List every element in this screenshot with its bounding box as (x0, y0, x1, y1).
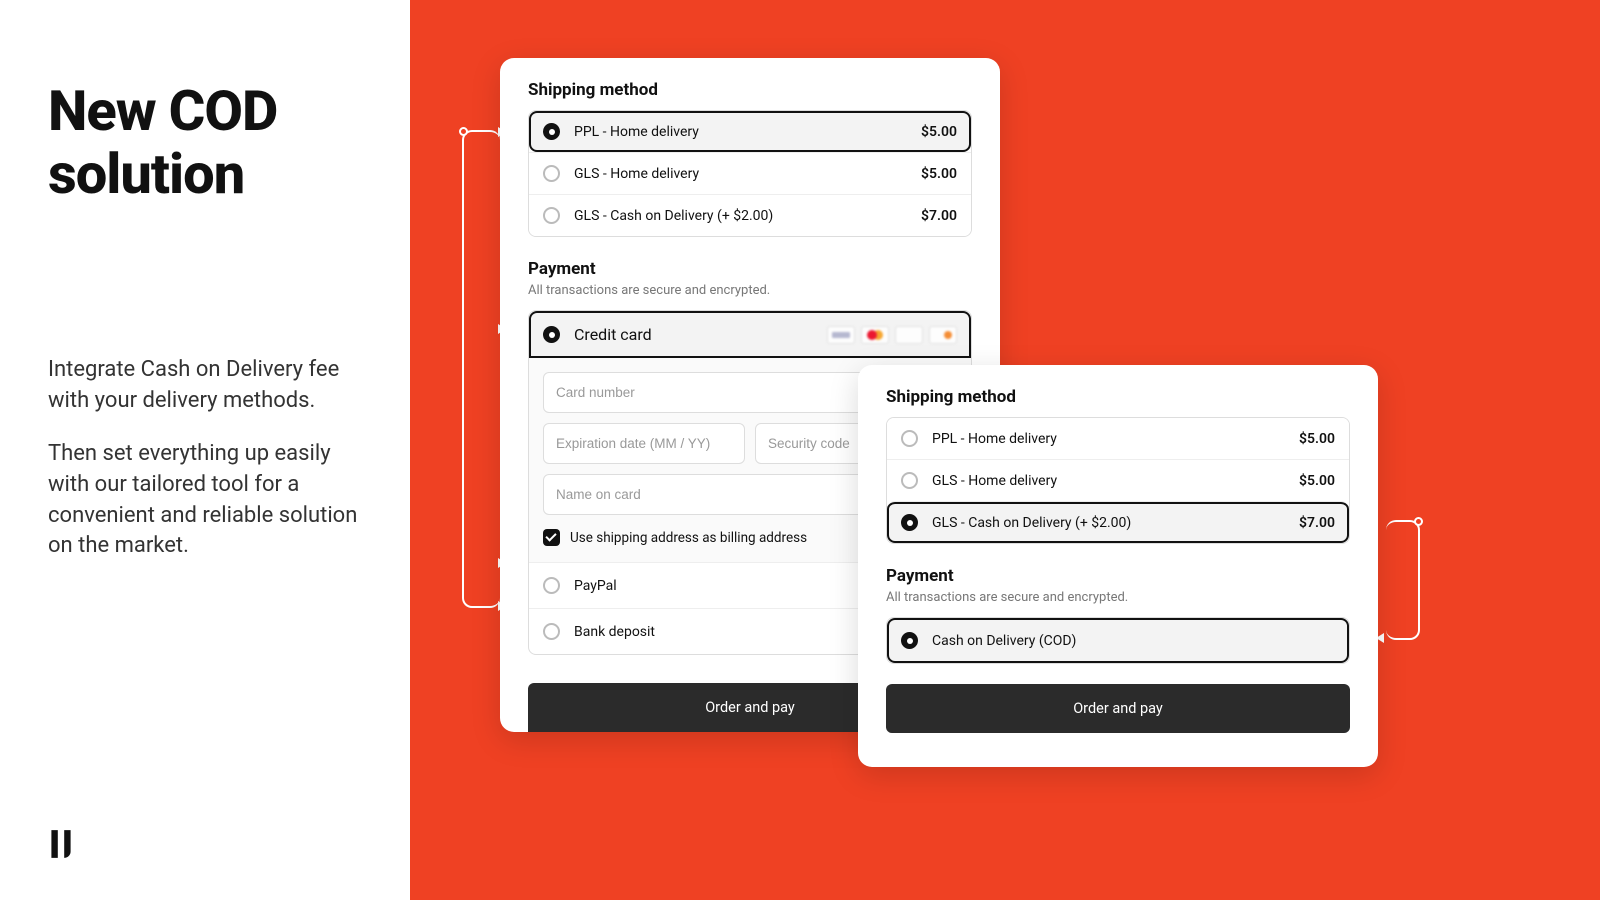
payment-label: PayPal (574, 578, 617, 594)
hero-desc-1: Integrate Cash on Delivery fee with your… (48, 355, 362, 417)
shipping-price: $5.00 (921, 166, 957, 182)
shipping-option-gls-cod[interactable]: GLS - Cash on Delivery (+ $2.00) $7.00 (887, 501, 1349, 543)
shipping-title: Shipping method (528, 80, 972, 100)
payment-subtitle: All transactions are secure and encrypte… (886, 590, 1350, 605)
shipping-options: PPL - Home delivery $5.00 GLS - Home del… (528, 110, 972, 237)
shipping-label: PPL - Home delivery (932, 431, 1057, 447)
shipping-option-gls[interactable]: GLS - Home delivery $5.00 (887, 459, 1349, 501)
shipping-price: $7.00 (921, 208, 957, 224)
radio-icon (901, 472, 918, 489)
payment-credit-card[interactable]: Credit card (529, 311, 971, 358)
connector-right (1386, 520, 1420, 640)
shipping-price: $7.00 (1299, 515, 1335, 531)
brand-logo (48, 828, 74, 860)
radio-icon (543, 577, 560, 594)
shipping-price: $5.00 (921, 124, 957, 140)
checkbox-label: Use shipping address as billing address (570, 530, 807, 546)
radio-icon (901, 632, 918, 649)
radio-icon (901, 514, 918, 531)
hero-title: New COD solution (48, 80, 362, 205)
payment-title: Payment (886, 566, 1350, 586)
visa-icon (827, 326, 855, 344)
checkout-card-cod: Shipping method PPL - Home delivery $5.0… (858, 365, 1378, 767)
shipping-label: GLS - Cash on Delivery (+ $2.00) (574, 208, 773, 224)
shipping-price: $5.00 (1299, 431, 1335, 447)
payment-title: Payment (528, 259, 972, 279)
shipping-option-ppl[interactable]: PPL - Home delivery $5.00 (887, 418, 1349, 459)
radio-icon (901, 430, 918, 447)
payment-cod[interactable]: Cash on Delivery (COD) (887, 618, 1349, 663)
expiry-input[interactable] (543, 423, 745, 464)
shipping-option-gls-cod[interactable]: GLS - Cash on Delivery (+ $2.00) $7.00 (529, 194, 971, 236)
card-brand-icons (827, 326, 957, 344)
payment-label: Cash on Delivery (COD) (932, 633, 1076, 649)
shipping-option-gls[interactable]: GLS - Home delivery $5.00 (529, 152, 971, 194)
shipping-label: GLS - Home delivery (932, 473, 1057, 489)
hero-description: Integrate Cash on Delivery fee with your… (48, 355, 362, 562)
checkbox-icon (543, 529, 560, 546)
discover-icon (929, 326, 957, 344)
amex-icon (895, 326, 923, 344)
shipping-label: GLS - Home delivery (574, 166, 699, 182)
radio-icon (543, 165, 560, 182)
connector-left (462, 130, 500, 608)
mastercard-icon (861, 326, 889, 344)
radio-icon (543, 623, 560, 640)
showcase-area: Shipping method PPL - Home delivery $5.0… (410, 0, 1600, 900)
shipping-options: PPL - Home delivery $5.00 GLS - Home del… (886, 417, 1350, 544)
shipping-title: Shipping method (886, 387, 1350, 407)
hero-desc-2: Then set everything up easily with our t… (48, 439, 362, 562)
shipping-label: GLS - Cash on Delivery (+ $2.00) (932, 515, 1131, 531)
order-pay-button[interactable]: Order and pay (886, 684, 1350, 733)
shipping-price: $5.00 (1299, 473, 1335, 489)
radio-icon (543, 123, 560, 140)
radio-icon (543, 326, 560, 343)
payment-subtitle: All transactions are secure and encrypte… (528, 283, 972, 298)
shipping-option-ppl[interactable]: PPL - Home delivery $5.00 (529, 111, 971, 152)
marketing-sidebar: New COD solution Integrate Cash on Deliv… (0, 0, 410, 900)
shipping-label: PPL - Home delivery (574, 124, 699, 140)
payment-methods: Cash on Delivery (COD) (886, 617, 1350, 664)
radio-icon (543, 207, 560, 224)
payment-label: Bank deposit (574, 624, 655, 640)
payment-label: Credit card (574, 325, 652, 344)
